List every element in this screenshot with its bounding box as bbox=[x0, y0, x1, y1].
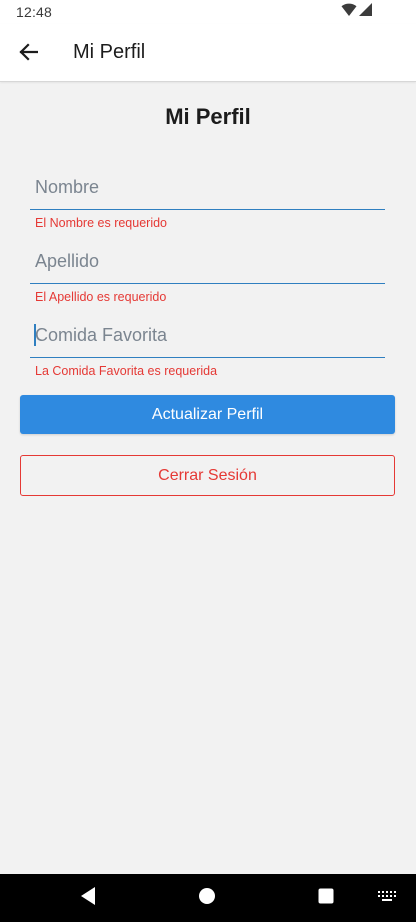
status-time: 12:48 bbox=[16, 4, 53, 20]
text-cursor bbox=[34, 324, 36, 346]
keyboard-icon bbox=[377, 889, 397, 908]
home-circle-icon bbox=[198, 887, 216, 910]
nav-keyboard-button[interactable] bbox=[376, 888, 398, 908]
system-nav-bar bbox=[0, 874, 416, 922]
status-bar: 12:48 bbox=[0, 0, 416, 24]
wifi-icon bbox=[341, 3, 357, 21]
nombre-input[interactable] bbox=[30, 165, 390, 209]
nombre-field bbox=[30, 165, 390, 210]
app-bar-title: Mi Perfil bbox=[73, 41, 146, 63]
cell-signal-icon bbox=[359, 3, 372, 21]
nav-home-button[interactable] bbox=[197, 887, 217, 910]
nav-back-button[interactable] bbox=[78, 886, 98, 911]
apellido-input[interactable] bbox=[30, 239, 390, 283]
comida-favorita-input[interactable] bbox=[30, 313, 390, 357]
app-bar: Mi Perfil bbox=[0, 24, 416, 82]
page-title: Mi Perfil bbox=[165, 104, 251, 129]
nav-recents-button[interactable] bbox=[316, 888, 336, 908]
logout-button[interactable]: Cerrar Sesión bbox=[20, 455, 395, 496]
apellido-error: El Apellido es requerido bbox=[35, 290, 167, 304]
update-profile-button[interactable]: Actualizar Perfil bbox=[20, 395, 395, 434]
comida-favorita-error: La Comida Favorita es requerida bbox=[35, 364, 218, 378]
comida-favorita-field bbox=[30, 313, 390, 358]
apellido-field bbox=[30, 239, 390, 284]
back-triangle-icon bbox=[79, 886, 97, 911]
recents-square-icon bbox=[318, 888, 334, 909]
nombre-error: El Nombre es requerido bbox=[35, 216, 168, 230]
status-icons bbox=[341, 3, 372, 21]
arrow-left-icon bbox=[18, 42, 39, 66]
back-button[interactable] bbox=[14, 40, 42, 68]
